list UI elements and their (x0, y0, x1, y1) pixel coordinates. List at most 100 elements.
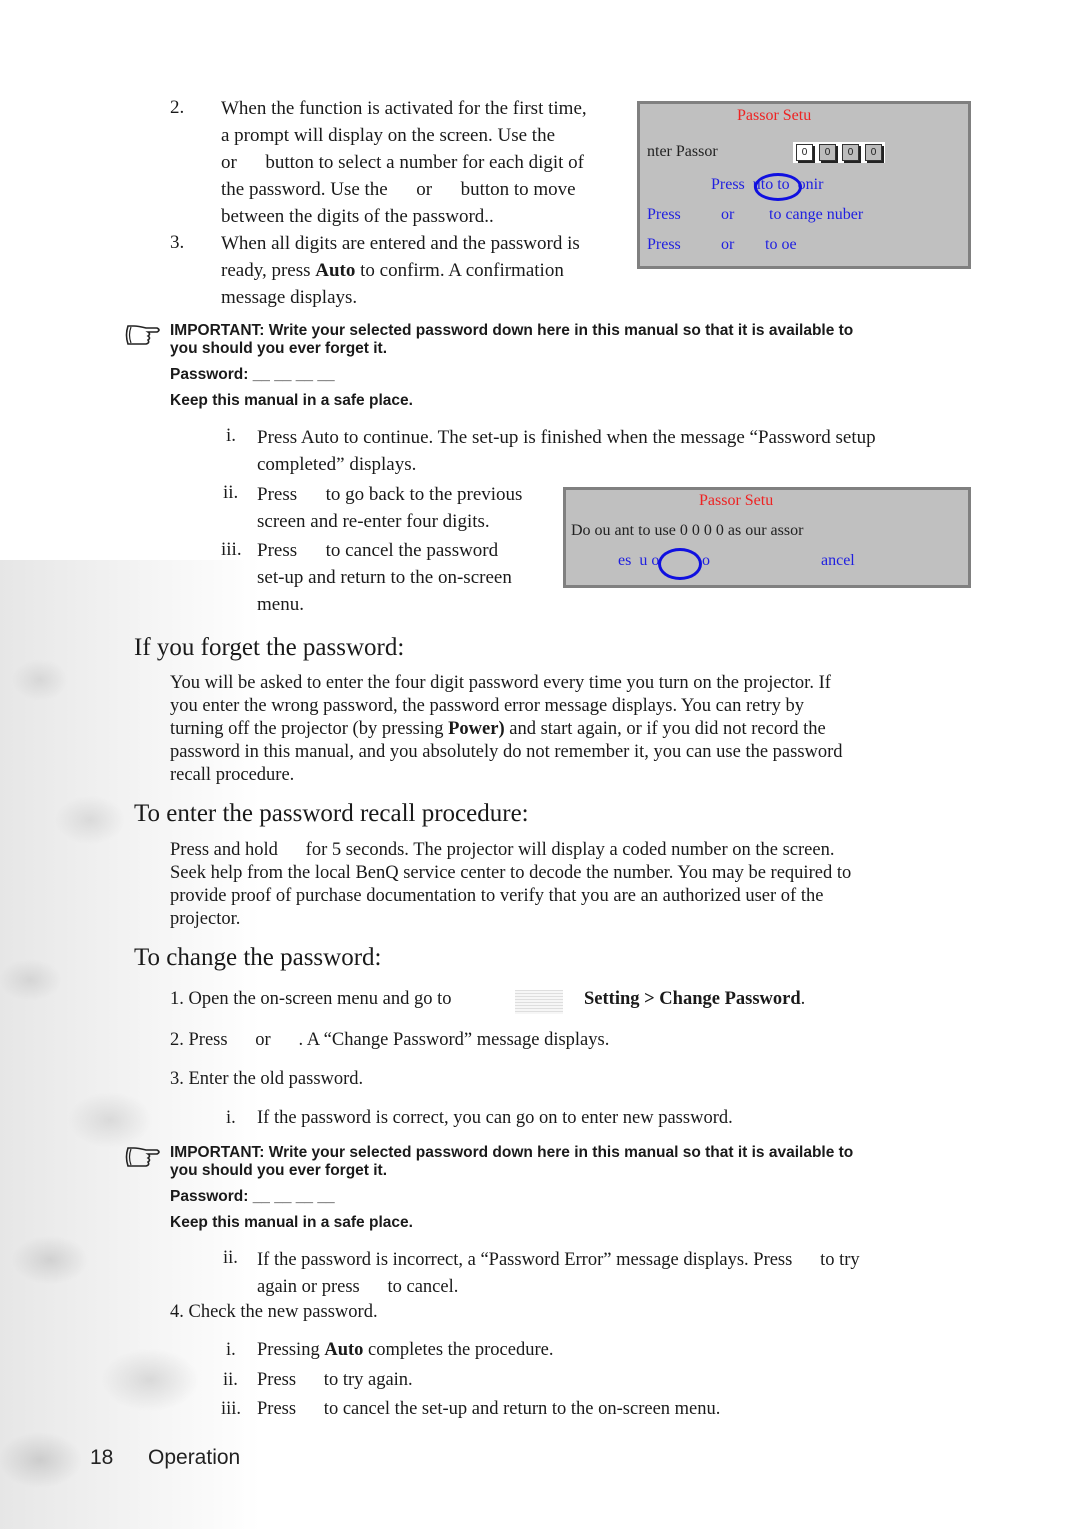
important-text: you should you ever forget it. (170, 1162, 388, 1179)
text-line: set-up and return to the on-screen (257, 567, 512, 588)
text-line: the password. Use the or button to move (221, 179, 576, 200)
change-step-4-ii: Press to try again. (257, 1370, 413, 1390)
password-blank: Password: __ __ __ __ (170, 1188, 335, 1205)
text-line: Press to cancel the password (257, 540, 499, 561)
password-setup-screen: Passor Setu nter Passor 0 0 0 0 Press ut… (637, 101, 971, 269)
password-confirm-screen: Passor Setu Do ou ant to use 0 0 0 0 as … (563, 487, 971, 588)
confirm-question: Do ou ant to use 0 0 0 0 as our assor (571, 522, 804, 539)
text-line: Press Auto to continue. The set-up is fi… (257, 427, 876, 448)
substep-number: iii. (221, 1399, 242, 1419)
no-option[interactable]: o (702, 552, 710, 570)
text-line: 1. Open the on-screen menu and go to (170, 989, 452, 1009)
substep-i-text: Press Auto to continue. The set-up is fi… (257, 424, 977, 478)
hint-or: or (721, 206, 735, 223)
text-line: recall procedure. (170, 765, 295, 785)
password-blank: Password: __ __ __ __ (170, 366, 335, 383)
change-step-2: 2. Press or . A “Change Password” messag… (170, 1030, 610, 1050)
section-heading: To change the password: (134, 944, 382, 971)
menu-path: Setting > Change Password. (584, 989, 805, 1010)
menu-path-label: Setting > Change Password (584, 989, 801, 1009)
hint-or: or (721, 236, 735, 253)
text-line: a prompt will display on the screen. Use… (221, 125, 556, 146)
step-3-text: When all digits are entered and the pass… (221, 230, 641, 311)
recall-paragraph: Press and hold for 5 seconds. The projec… (170, 839, 980, 931)
step-number: 2. (170, 97, 185, 118)
digit-box[interactable]: 0 (842, 144, 859, 161)
enter-password-label: nter Passor (647, 143, 718, 160)
hint-change-number: to cange nuber (769, 206, 864, 223)
power-key-label: Power) (448, 719, 505, 739)
section-heading: If you forget the password: (134, 634, 405, 661)
hint-move: to oe (765, 236, 797, 253)
substep-number: iii. (221, 539, 242, 560)
auto-key-label: Auto (315, 260, 356, 281)
text-line: provide proof of purchase documentation … (170, 886, 824, 906)
text-line: ready, press Auto to confirm. A confirma… (221, 260, 564, 281)
substep-iii-text: Press to cancel the password set-up and … (257, 537, 567, 618)
text-line: completes the procedure. (363, 1340, 554, 1360)
osd-title: Passor Setu (699, 492, 774, 509)
substep-number: i. (226, 1340, 236, 1360)
forget-paragraph: You will be asked to enter the four digi… (170, 672, 970, 787)
important-text: IMPORTANT: Write your selected password … (170, 322, 854, 339)
osd-title: Passor Setu (737, 107, 812, 124)
change-step-1: 1. Open the on-screen menu and go to (170, 989, 452, 1010)
text-line: When the function is activated for the f… (221, 98, 587, 119)
pointing-hand-icon (125, 1147, 160, 1167)
text-line: menu. (257, 594, 304, 615)
auto-key-label: Auto (324, 1340, 364, 1360)
substep-number: ii. (223, 1370, 238, 1390)
text-line: Press to go back to the previous (257, 484, 523, 505)
substep-number: i. (226, 1108, 236, 1128)
digit-box[interactable]: 0 (796, 144, 813, 161)
substep-number: i. (226, 425, 237, 446)
section-name: Operation (148, 1446, 241, 1469)
substep-number: ii. (223, 1248, 238, 1268)
hint-press: Press (647, 206, 681, 223)
keep-manual-note: Keep this manual in a safe place. (170, 392, 413, 409)
text-line: When all digits are entered and the pass… (221, 233, 580, 254)
step-number: 3. (170, 232, 185, 253)
highlight-circle (754, 173, 802, 201)
text-line: completed” displays. (257, 454, 417, 475)
important-text: IMPORTANT: Write your selected password … (170, 1144, 854, 1161)
text-line: Press and hold for 5 seconds. The projec… (170, 840, 835, 860)
text-line: You will be asked to enter the four digi… (170, 673, 831, 693)
important-text: you should you ever forget it. (170, 340, 388, 357)
digit-box[interactable]: 0 (865, 144, 882, 161)
change-step-3: 3. Enter the old password. (170, 1069, 364, 1089)
highlight-circle (658, 548, 702, 580)
text-line: message displays. (221, 287, 358, 308)
text-line: between the digits of the password.. (221, 206, 494, 227)
pointing-hand-icon (125, 325, 160, 345)
text-line: . (800, 989, 806, 1009)
substep-number: ii. (223, 482, 239, 503)
text-line: projector. (170, 909, 241, 929)
text-line: screen and re-enter four digits. (257, 511, 490, 532)
change-step-4-i: Pressing Auto completes the procedure. (257, 1340, 553, 1361)
page-number: 18 (90, 1446, 114, 1469)
text-line: you enter the wrong password, the passwo… (170, 696, 805, 716)
change-step-3-i: If the password is correct, you can go o… (257, 1108, 733, 1128)
text-line: Pressing (257, 1340, 325, 1360)
change-step-3-ii: If the password is incorrect, a “Passwor… (257, 1247, 977, 1301)
cancel-option[interactable]: ancel (821, 552, 855, 570)
yes-option[interactable]: es u o (618, 552, 659, 570)
password-digits: 0 0 0 0 (793, 142, 885, 163)
step-2-text: When the function is activated for the f… (221, 95, 641, 230)
text-line: Seek help from the local BenQ service ce… (170, 863, 852, 883)
change-step-4: 4. Check the new password. (170, 1302, 378, 1322)
system-setup-menu-icon (515, 990, 563, 1014)
hint-press: Press (647, 236, 681, 253)
digit-box[interactable]: 0 (819, 144, 836, 161)
substep-ii-text: Press to go back to the previous screen … (257, 481, 567, 535)
important-note: IMPORTANT: Write your selected password … (170, 322, 853, 358)
text-line: password in this manual, and you absolut… (170, 742, 843, 762)
text-line: turning off the projector (by pressing P… (170, 719, 826, 739)
text-line: If the password is incorrect, a “Passwor… (257, 1250, 860, 1270)
section-heading: To enter the password recall procedure: (134, 800, 529, 827)
text-line: again or press to cancel. (257, 1277, 459, 1297)
text-line: or button to select a number for each di… (221, 152, 585, 173)
change-step-4-iii: Press to cancel the set-up and return to… (257, 1399, 721, 1419)
keep-manual-note: Keep this manual in a safe place. (170, 1214, 413, 1231)
